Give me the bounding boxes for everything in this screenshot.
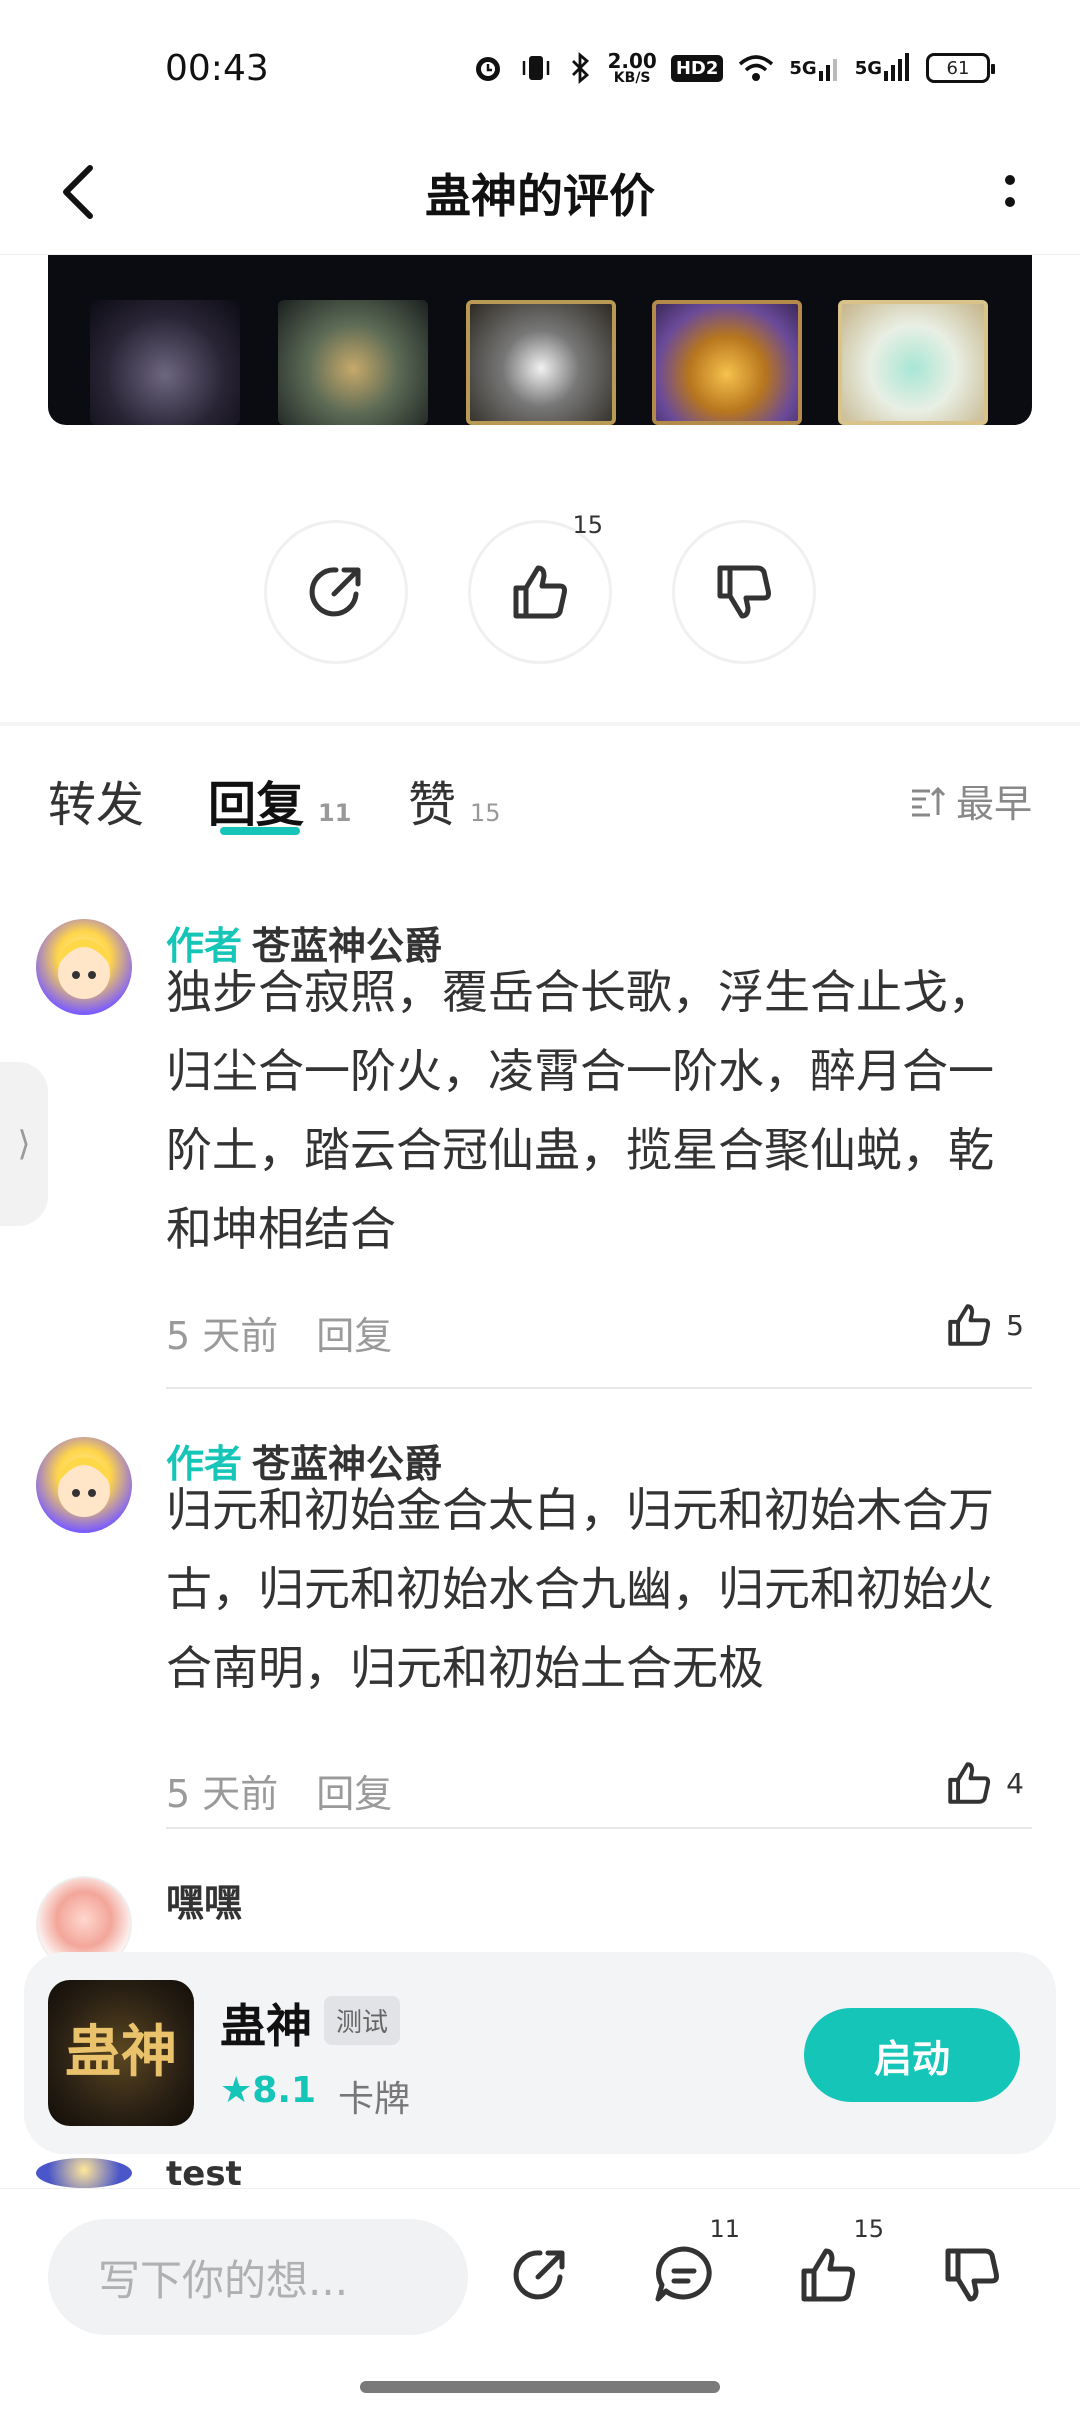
vibrate-icon (519, 51, 553, 85)
comment-like-button[interactable]: 5 (944, 1300, 1024, 1350)
reply-button[interactable]: 回复 (316, 1305, 392, 1360)
card-art-jade (838, 300, 988, 425)
thumbs-up-icon (513, 565, 567, 619)
share-button[interactable] (490, 2225, 590, 2325)
more-options-button[interactable] (980, 152, 1040, 232)
network-speed: 2.00 KB/S (607, 49, 657, 86)
dislike-button[interactable] (672, 520, 816, 664)
comment-separator (166, 1827, 1032, 1829)
comment-time: 5 天前 (166, 1772, 279, 1816)
home-indicator[interactable] (360, 2381, 720, 2393)
thumbs-up-icon (948, 1762, 991, 1804)
section-divider (0, 722, 1080, 726)
like-button[interactable]: 15 (468, 511, 612, 664)
battery-icon: 61 (926, 53, 995, 83)
avatar[interactable] (36, 919, 132, 1015)
tab-reply[interactable]: 回复 11 (208, 765, 351, 835)
dislike-button[interactable] (922, 2225, 1022, 2325)
battery-level: 61 (946, 57, 970, 79)
card-art-urn (652, 300, 802, 425)
avatar[interactable] (36, 2158, 132, 2188)
sort-button[interactable]: 最早 (910, 773, 1032, 828)
tab-likes[interactable]: 赞 15 (408, 765, 501, 835)
card-art-insect (278, 300, 428, 425)
author-name: 嘿嘿 (166, 1881, 243, 1925)
comment-item: 作者 苍蓝神公爵 独步合寂照，覆岳合长歌，浮生合止戈，归尘合一阶火，凌霄合一阶水，… (0, 915, 1080, 1389)
comment-count: 11 (709, 2215, 740, 2243)
game-rating: ★8.1 (220, 2070, 317, 2111)
status-time: 00:43 (165, 48, 269, 89)
avatar-art (58, 1457, 110, 1517)
tab-forward-label: 转发 (48, 777, 145, 833)
thumbs-up-icon (801, 2248, 855, 2302)
comment-input[interactable]: 写下你的想... (48, 2219, 468, 2335)
avatar-art (58, 939, 110, 999)
alarm-icon (471, 51, 505, 85)
review-image[interactable] (48, 255, 1032, 425)
comment-text: 归元和初始金合太白，归元和初始木合万古，归元和初始水合九幽，归元和初始火合南明，… (166, 1483, 994, 1695)
tab-likes-label: 赞 (408, 777, 457, 833)
app-header: 蛊神的评价 (0, 130, 1080, 255)
sort-icon (911, 786, 946, 816)
thumbs-down-icon (945, 2248, 999, 2302)
like-button[interactable]: 15 (778, 2215, 884, 2325)
tab-reply-label: 回复 (208, 777, 305, 833)
comment-item: test (0, 2154, 1080, 2194)
share-button[interactable] (264, 520, 408, 664)
comment-icon (655, 2246, 712, 2302)
hd-badge: HD2 (670, 54, 724, 82)
like-count: 15 (853, 2215, 884, 2243)
comment-text: 独步合寂照，覆岳合长歌，浮生合止戈，归尘合一阶火，凌霄合一阶水，醉月合一阶土，踏… (166, 965, 994, 1256)
share-icon (513, 2250, 565, 2300)
thumbs-up-icon (948, 1304, 991, 1346)
game-card[interactable]: 蛊神 蛊神 测试 ★8.1 卡牌 启动 (24, 1952, 1056, 2154)
launch-button[interactable]: 启动 (804, 2008, 1020, 2102)
comment-like-button[interactable]: 4 (944, 1758, 1024, 1808)
tab-reply-count: 11 (318, 799, 352, 827)
card-art-yinyang (466, 300, 616, 425)
comment-like-count: 5 (1006, 1308, 1024, 1342)
bottom-action-bar: 写下你的想... 11 15 (0, 2188, 1080, 2412)
comment-like-count: 4 (1006, 1766, 1024, 1800)
comment-separator (166, 1387, 1032, 1389)
card-art-beetle (90, 300, 240, 425)
tab-forward[interactable]: 转发 (48, 765, 144, 835)
game-icon: 蛊神 (48, 1980, 194, 2126)
sort-label: 最早 (955, 782, 1032, 826)
tab-likes-count: 15 (470, 799, 501, 827)
comment-meta: 5 天前 回复 (166, 1763, 392, 1818)
signal-5g-icon-1: 5G (789, 53, 840, 83)
signal-5g-icon-2: 5G (855, 53, 912, 83)
game-status-badge: 测试 (324, 1996, 401, 2045)
review-actions: 15 (0, 511, 1080, 670)
comment-meta: 5 天前 回复 (166, 1305, 392, 1360)
comment-item: 嘿嘿 (0, 1872, 1080, 1972)
game-icon-text: 蛊神 (65, 2020, 177, 2085)
page-title: 蛊神的评价 (425, 169, 655, 223)
comment-button[interactable]: 11 (634, 2215, 740, 2325)
wifi-icon (737, 52, 775, 84)
thumbs-down-icon (717, 565, 771, 619)
reply-button[interactable]: 回复 (316, 1763, 392, 1818)
comment-item: 作者 苍蓝神公爵 归元和初始金合太白，归元和初始木合万古，归元和初始水合九幽，归元… (0, 1433, 1080, 1833)
comment-tabs: 转发 回复 11 赞 15 最早 (48, 765, 1032, 845)
game-name: 蛊神 (220, 1999, 312, 2053)
comment-author[interactable]: 嘿嘿 (166, 1872, 242, 1927)
avatar[interactable] (36, 1437, 132, 1533)
share-icon (309, 567, 361, 617)
game-genre: 卡牌 (338, 2079, 411, 2120)
comment-time: 5 天前 (166, 1314, 279, 1358)
status-bar: 00:43 2.00 KB/S HD2 5G 5G 61 (0, 0, 1080, 130)
status-icons: 2.00 KB/S HD2 5G 5G 61 (471, 46, 995, 90)
active-tab-indicator (220, 827, 300, 835)
like-count: 15 (572, 511, 603, 539)
more-vertical-icon (1005, 175, 1015, 207)
bluetooth-icon (567, 51, 593, 85)
